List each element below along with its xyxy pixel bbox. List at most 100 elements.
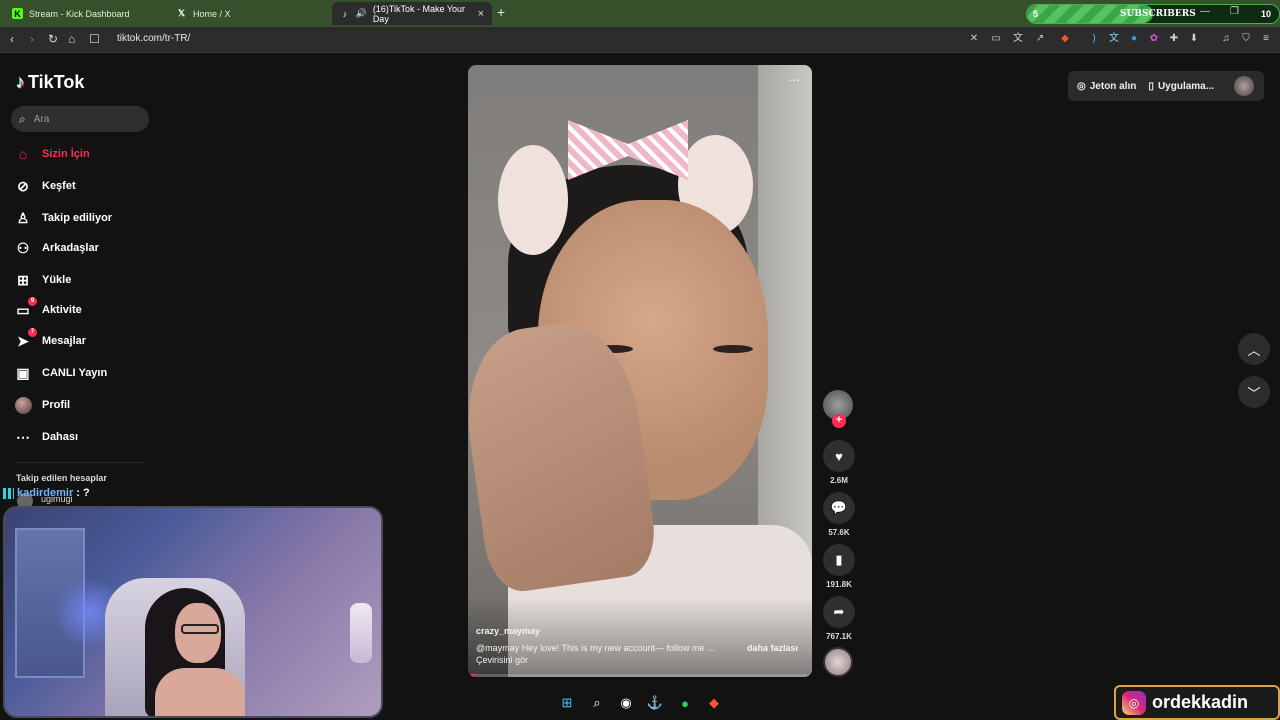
taskbar-obs-icon[interactable]: ◉ bbox=[617, 694, 635, 712]
video-progress-bar[interactable] bbox=[468, 674, 812, 677]
sidebar-item-activity[interactable]: ▭ 9 Aktivite bbox=[14, 297, 82, 322]
extension-icon[interactable]: ✕ bbox=[968, 33, 980, 45]
taskbar-app-icon[interactable]: ⚓ bbox=[646, 694, 664, 712]
share-count: 767.1K bbox=[826, 632, 852, 641]
download-icon[interactable]: ⬇ bbox=[1188, 33, 1200, 45]
maximize-icon[interactable]: ❐ bbox=[1230, 6, 1239, 17]
sidebar-item-upload[interactable]: ⊞ Yükle bbox=[14, 268, 71, 292]
webcam-overlay bbox=[3, 506, 383, 718]
share-icon[interactable]: ↗ bbox=[1034, 33, 1046, 45]
upload-icon: ⊞ bbox=[17, 271, 29, 288]
activity-icon: ▭ 9 bbox=[14, 297, 37, 319]
share-button[interactable]: ➦ bbox=[823, 596, 855, 628]
streamer-brand-overlay: ◎ ordekkadin bbox=[1114, 685, 1280, 720]
cast-icon[interactable]: ▭ bbox=[990, 33, 1002, 45]
sidebar-item-messages[interactable]: ➤ 7 Mesajlar bbox=[14, 328, 86, 353]
phone-icon: ▯ bbox=[1148, 80, 1154, 92]
shield-icon[interactable]: ⛉ bbox=[1240, 33, 1252, 45]
save-button[interactable]: ▮ bbox=[823, 544, 855, 576]
sidebar-item-live[interactable]: ▣ CANLI Yayın bbox=[14, 361, 107, 385]
like-button[interactable]: ♥ bbox=[823, 440, 855, 472]
top-right-actions: ◎ Jeton alın ▯ Uygulama... bbox=[1068, 71, 1264, 101]
video-progress-fill bbox=[468, 674, 475, 677]
tab-kick-dashboard[interactable]: K Stream - Kick Dashboard bbox=[4, 2, 164, 25]
tiktok-logo[interactable]: ♪ TikTok bbox=[16, 72, 84, 93]
messages-badge: 7 bbox=[28, 328, 37, 337]
chevron-up-icon: ︿ bbox=[1247, 342, 1261, 358]
sidebar-divider bbox=[16, 462, 144, 463]
video-options-icon[interactable]: ⋯ bbox=[788, 73, 800, 87]
caption-more-link[interactable]: daha fazlası bbox=[747, 643, 798, 653]
sidebar-item-for-you[interactable]: ⌂ Sizin İçin bbox=[14, 142, 90, 166]
subscribers-goal-bar: 5 SUBSCRIBERS 10 bbox=[1026, 4, 1280, 24]
user-avatar[interactable] bbox=[1234, 76, 1254, 96]
friends-icon: ⚇ bbox=[16, 239, 30, 256]
instagram-icon: ◎ bbox=[1122, 690, 1146, 715]
music-disc[interactable] bbox=[823, 647, 853, 677]
next-video-button[interactable]: ﹀ bbox=[1238, 376, 1270, 408]
close-tab-icon[interactable]: × bbox=[478, 8, 484, 20]
like-count: 2.6M bbox=[830, 476, 848, 485]
sidebar-item-explore[interactable]: ⊘ Keşfet bbox=[14, 174, 76, 198]
video-caption: @may̱may Hey love! This is my new accoun… bbox=[476, 643, 798, 653]
sidebar-item-more[interactable]: ⋯ Dahası bbox=[14, 425, 78, 449]
comment-count: 57.6K bbox=[828, 528, 850, 537]
vpn-icon[interactable]: ● bbox=[1128, 33, 1140, 45]
follow-plus-button[interactable]: + bbox=[832, 414, 846, 428]
taskbar-brave-icon[interactable]: ◆ bbox=[705, 694, 723, 712]
speaker-icon: 🔊 bbox=[355, 8, 367, 18]
reload-icon[interactable]: ↻ bbox=[48, 32, 58, 46]
chevron-down-icon: ﹀ bbox=[1247, 385, 1261, 401]
get-coins-button[interactable]: ◎ Jeton alın bbox=[1077, 81, 1136, 92]
see-translation-link[interactable]: Çevirisini gör bbox=[476, 655, 528, 665]
share-arrow-icon: ➦ bbox=[833, 604, 845, 619]
home-nav-icon[interactable]: ⌂ bbox=[68, 32, 75, 46]
sidebar-item-following[interactable]: ♙ Takip ediliyor bbox=[14, 206, 112, 230]
windows-start-icon[interactable]: ⊞ bbox=[558, 694, 576, 712]
translate-icon[interactable]: 文 bbox=[1012, 33, 1024, 45]
translate-ext-icon[interactable]: 文 bbox=[1108, 33, 1120, 45]
url-field[interactable]: tiktok.com/tr-TR/ bbox=[117, 33, 190, 44]
minimize-icon[interactable]: — bbox=[1200, 6, 1210, 17]
bookmark-icon[interactable]: ☐ bbox=[89, 32, 100, 46]
brave-shield-icon[interactable]: ◆ bbox=[1059, 33, 1071, 45]
previous-video-button[interactable]: ︿ bbox=[1238, 333, 1270, 365]
subscribers-label: SUBSCRIBERS bbox=[1120, 9, 1196, 19]
message-icon: ➤ 7 bbox=[14, 328, 37, 350]
kick-icon: K bbox=[12, 8, 23, 19]
music-icon[interactable]: ♫ bbox=[1220, 33, 1232, 45]
get-app-button[interactable]: ▯ Uygulama... bbox=[1148, 81, 1214, 92]
extensions-icon[interactable]: ✚ bbox=[1168, 33, 1180, 45]
subscribers-goal: 10 bbox=[1260, 9, 1271, 19]
taskbar-search-icon[interactable]: ⌕ bbox=[588, 694, 606, 712]
user-follow-icon: ♙ bbox=[16, 209, 30, 226]
forward-icon[interactable]: › bbox=[30, 32, 34, 46]
puzzle-ext-icon[interactable]: ✿ bbox=[1148, 33, 1160, 45]
search-box[interactable]: ⌕ bbox=[11, 106, 149, 132]
new-tab-button[interactable]: + bbox=[497, 4, 505, 20]
tab-tiktok[interactable]: ♪ 🔊 (16)TikTok - Make Your Day × bbox=[332, 2, 492, 25]
home-icon: ⌂ bbox=[18, 146, 28, 162]
search-input[interactable] bbox=[33, 113, 134, 125]
chat-username: kadirdemir bbox=[17, 487, 74, 499]
search-icon: ⌕ bbox=[19, 111, 26, 126]
sidebar-item-profile[interactable]: Profil bbox=[14, 393, 70, 417]
chat-badge-icon bbox=[3, 487, 14, 499]
video-author[interactable]: crazy_maymay bbox=[476, 626, 540, 636]
back-icon[interactable]: ‹ bbox=[10, 32, 14, 46]
video-player[interactable]: ⋯ crazy_maymay @may̱may Hey love! This i… bbox=[468, 65, 812, 677]
x-icon: 𝕏 bbox=[177, 8, 186, 18]
save-count: 191.8K bbox=[826, 580, 852, 589]
address-bar: ‹ › ↻ ⌂ ☐ tiktok.com/tr-TR/ ✕ ▭ 文 ↗ ◆ ) … bbox=[0, 27, 1280, 53]
taskbar-spotify-icon[interactable]: ● bbox=[676, 694, 694, 712]
comment-button[interactable]: 💬 bbox=[823, 492, 855, 524]
tiktok-icon: ♪ bbox=[342, 8, 348, 19]
tiktok-note-icon: ♪ bbox=[16, 72, 25, 92]
sidebar-item-friends[interactable]: ⚇ Arkadaşlar bbox=[14, 236, 99, 260]
more-dots-icon: ⋯ bbox=[16, 428, 30, 445]
coin-icon: ◎ bbox=[1077, 80, 1086, 92]
compass-icon: ⊘ bbox=[17, 177, 29, 194]
tab-home-x[interactable]: 𝕏 Home / X bbox=[168, 2, 328, 25]
menu-icon[interactable]: ≡ bbox=[1260, 33, 1272, 45]
audio-ext-icon[interactable]: ) bbox=[1088, 33, 1100, 45]
